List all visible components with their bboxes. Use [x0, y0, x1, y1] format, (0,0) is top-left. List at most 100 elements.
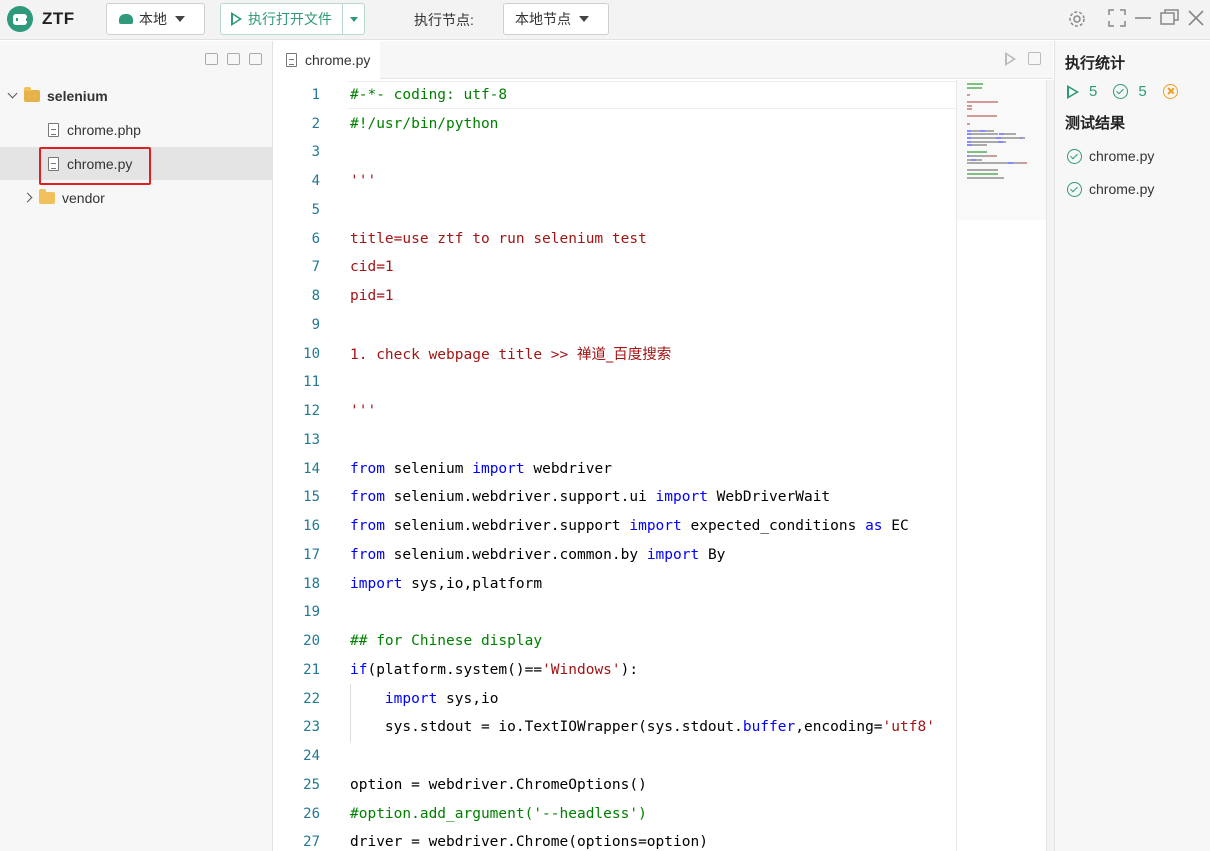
folder-open-icon [24, 86, 40, 102]
code-line[interactable]: 10 1. check webpage title >> 禅道_百度搜索 [274, 339, 956, 368]
new-folder-icon[interactable] [205, 53, 218, 65]
save-icon[interactable] [1028, 52, 1041, 65]
minimap-stroke [968, 155, 987, 157]
code-line[interactable]: 23 sys.stdout = io.TextIOWrapper(sys.std… [274, 713, 956, 742]
minimap-stroke [970, 129, 980, 132]
editor-tab-chrome-py[interactable]: chrome.py [274, 41, 380, 79]
code-line[interactable]: 12 ''' [274, 397, 956, 426]
exec-node-dropdown[interactable]: 本地节点 [503, 3, 609, 35]
code-line[interactable]: 1 #-*- coding: utf-8 [274, 80, 956, 110]
line-number: 16 [303, 518, 320, 535]
code-minimap[interactable] [956, 80, 1046, 851]
code-line[interactable]: 16 from selenium.webdriver.support import… [274, 512, 956, 541]
editor-scrollbar[interactable] [1046, 80, 1054, 851]
code-text: driver = webdriver.Chrome(options=option… [350, 834, 708, 851]
line-number: 5 [311, 201, 320, 218]
code-line[interactable]: 18 import sys,io,platform [274, 569, 956, 598]
code-line[interactable]: 19 [274, 598, 956, 627]
restore-window-icon[interactable] [1160, 9, 1180, 31]
run-file-icon[interactable] [1005, 52, 1016, 66]
result-item[interactable]: chrome.py [1067, 148, 1154, 164]
chevron-right-icon [22, 192, 33, 203]
run-options-dropdown[interactable] [343, 3, 365, 35]
code-line[interactable]: 5 [274, 196, 956, 225]
code-text: sys.stdout = io.TextIOWrapper(sys.stdout… [350, 719, 935, 736]
code-line[interactable]: 17 from selenium.webdriver.common.by impo… [274, 541, 956, 570]
exec-node-value: 本地节点 [515, 11, 571, 27]
line-number: 4 [311, 173, 320, 190]
code-line[interactable]: 24 [274, 742, 956, 771]
code-text: from selenium import webdriver [350, 460, 612, 477]
code-line[interactable]: 3 [274, 138, 956, 167]
top-toolbar: ZTF 本地 执行打开文件 执行节点: 本地节点 [0, 0, 1210, 40]
minimap-stroke [967, 101, 998, 103]
execution-stats: 5 5 [1067, 83, 1178, 100]
line-number: 7 [311, 259, 320, 276]
minimap-stroke [1021, 137, 1025, 139]
app-name: ZTF [42, 9, 75, 28]
code-line[interactable]: 7 cid=1 [274, 253, 956, 282]
minimap-stroke [972, 144, 987, 147]
line-number: 3 [311, 144, 320, 161]
code-line[interactable]: 15 from selenium.webdriver.support.ui imp… [274, 483, 956, 512]
code-line[interactable]: 21 if(platform.system()=='Windows'): [274, 656, 956, 685]
run-button-group: 执行打开文件 [220, 3, 365, 35]
result-item[interactable]: chrome.py [1067, 181, 1154, 197]
line-number: 21 [303, 661, 320, 678]
code-line[interactable]: 8 pid=1 [274, 282, 956, 311]
code-text: option = webdriver.ChromeOptions() [350, 776, 647, 793]
code-text: #-*- coding: utf-8 [350, 86, 508, 103]
indent-guide [350, 684, 351, 742]
code-line[interactable]: 2 #!/usr/bin/python [274, 109, 956, 138]
code-line[interactable]: 22 import sys,io [274, 684, 956, 713]
pass-count: 5 [1138, 83, 1147, 100]
collapse-all-icon[interactable] [249, 53, 262, 65]
editor-actions [1005, 52, 1041, 66]
tree-folder-selenium[interactable]: selenium [0, 79, 272, 112]
check-circle-icon [1067, 181, 1082, 197]
code-line[interactable]: 11 [274, 368, 956, 397]
line-number: 18 [303, 575, 320, 592]
run-open-file-button[interactable]: 执行打开文件 [220, 3, 343, 35]
tree-item-label: selenium [47, 87, 108, 104]
minimap-stroke [967, 162, 1008, 165]
code-line[interactable]: 26 #option.add_argument('--headless') [274, 799, 956, 828]
minimize-icon[interactable] [1134, 9, 1152, 31]
select-all-icon[interactable] [227, 53, 240, 65]
tree-folder-vendor[interactable]: vendor [0, 181, 272, 214]
code-editor[interactable]: 1 #-*- coding: utf-8 2 #!/usr/bin/python 3 4 '… [274, 80, 956, 851]
code-line[interactable]: 25 option = webdriver.ChromeOptions() [274, 771, 956, 800]
line-number: 8 [311, 288, 320, 305]
line-number: 12 [303, 403, 320, 420]
tree-file-chrome-php[interactable]: chrome.php [0, 113, 272, 146]
result-item-label: chrome.py [1089, 181, 1155, 197]
code-line[interactable]: 9 [274, 311, 956, 340]
code-line[interactable]: 6 title=use ztf to run selenium test [274, 224, 956, 253]
line-number: 27 [303, 834, 320, 851]
settings-gear-icon[interactable] [1067, 9, 1087, 33]
code-text: pid=1 [350, 288, 394, 305]
code-text: ## for Chinese display [350, 633, 543, 650]
code-line[interactable]: 20 ## for Chinese display [274, 627, 956, 656]
check-circle-icon [1113, 84, 1129, 99]
code-line[interactable]: 27 driver = webdriver.Chrome(options=opti… [274, 828, 956, 851]
code-text: #!/usr/bin/python [350, 115, 499, 132]
line-number: 11 [303, 374, 320, 391]
code-line[interactable]: 13 [274, 426, 956, 455]
local-env-icon [119, 14, 133, 24]
close-window-icon[interactable] [1187, 9, 1205, 31]
environment-dropdown[interactable]: 本地 [106, 3, 205, 35]
minimap-stroke [967, 86, 983, 89]
result-item-label: chrome.py [1089, 148, 1155, 164]
robot-logo-icon [7, 6, 33, 32]
code-line[interactable]: 14 from selenium import webdriver [274, 454, 956, 483]
file-icon [48, 122, 59, 137]
environment-value: 本地 [139, 11, 167, 27]
chevron-down-icon [579, 16, 589, 22]
stats-title: 执行统计 [1065, 55, 1126, 72]
line-number: 13 [303, 431, 320, 448]
line-number: 10 [303, 345, 320, 362]
code-line[interactable]: 4 ''' [274, 167, 956, 196]
fullscreen-icon[interactable] [1108, 9, 1126, 31]
code-text: #option.add_argument('--headless') [350, 805, 647, 822]
